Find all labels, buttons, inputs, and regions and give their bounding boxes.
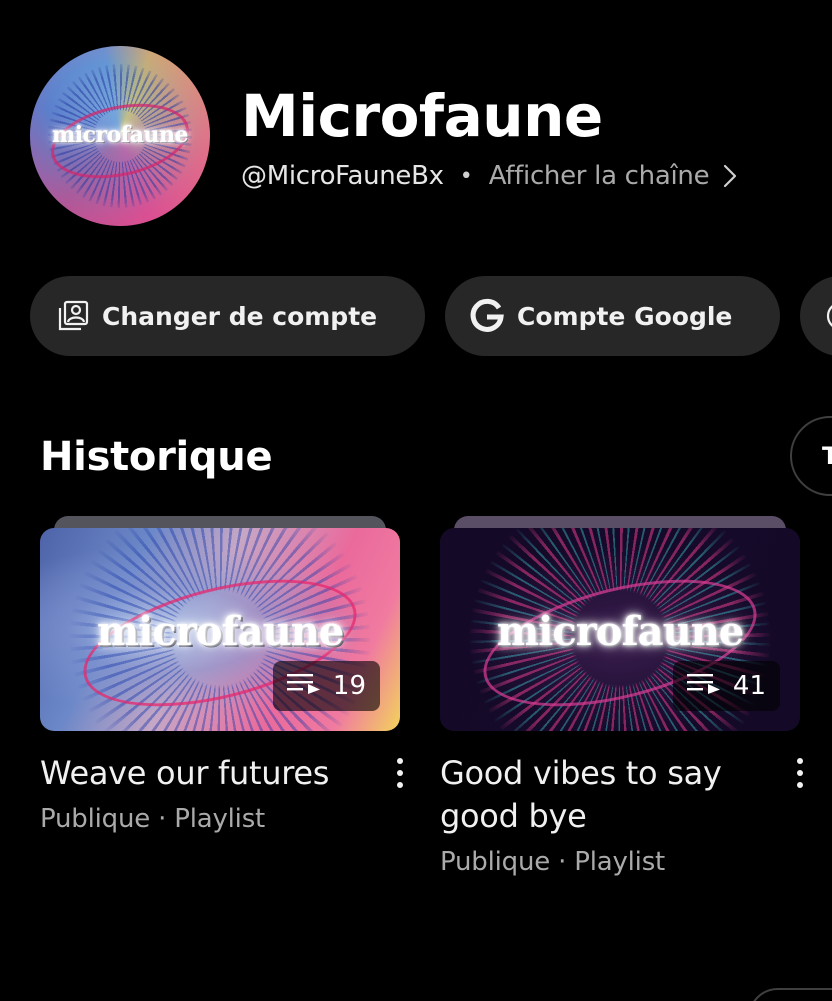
- thumbnail-logo-text: microfaune: [496, 608, 744, 655]
- incognito-button[interactable]: [800, 276, 832, 356]
- switch-account-button[interactable]: Changer de compte: [30, 276, 425, 356]
- see-all-button[interactable]: T: [790, 416, 832, 496]
- chevron-right-icon: [723, 164, 737, 188]
- channel-avatar[interactable]: microfaune: [30, 46, 210, 226]
- view-channel-link[interactable]: Afficher la chaîne: [489, 161, 738, 191]
- channel-name: Microfaune: [241, 82, 603, 150]
- view-channel-label: Afficher la chaîne: [488, 161, 710, 191]
- dot-separator: •: [459, 163, 473, 189]
- account-page: microfaune Microfaune @MicroFauneBx • Af…: [0, 0, 832, 1001]
- more-options-icon[interactable]: [386, 756, 414, 790]
- playlist-thumbnail[interactable]: microfaune 41: [440, 528, 800, 731]
- video-count: 19: [332, 671, 366, 701]
- incognito-icon: [824, 299, 832, 333]
- playlist-icon: [286, 671, 321, 701]
- playlist-thumbnail[interactable]: microfaune 19: [40, 528, 400, 731]
- playlist-title[interactable]: Good vibes to say good bye: [440, 752, 750, 838]
- playlist-title[interactable]: Weave our futures: [40, 752, 350, 795]
- video-count: 41: [732, 671, 766, 701]
- history-section-title: Historique: [40, 434, 273, 480]
- playlist-meta: Publique · Playlist: [440, 847, 666, 877]
- avatar-logo-text: microfaune: [51, 122, 189, 148]
- more-options-icon[interactable]: [786, 756, 814, 790]
- google-account-label: Compte Google: [517, 301, 733, 331]
- google-g-icon: [469, 298, 505, 334]
- account-action-chips: Changer de compte Compte Google: [30, 276, 832, 356]
- playlist-icon: [686, 671, 721, 701]
- channel-handle: @MicroFauneBx: [241, 161, 444, 191]
- switch-account-icon: [56, 299, 90, 333]
- switch-account-label: Changer de compte: [102, 301, 378, 331]
- next-section-button[interactable]: [748, 988, 832, 1001]
- thumbnail-logo-text: microfaune: [96, 608, 344, 655]
- playlist-meta: Publique · Playlist: [40, 804, 266, 834]
- google-account-button[interactable]: Compte Google: [445, 276, 780, 356]
- video-count-badge: 41: [672, 661, 780, 711]
- video-count-badge: 19: [272, 661, 380, 711]
- channel-handle-row: @MicroFauneBx • Afficher la chaîne: [241, 156, 737, 196]
